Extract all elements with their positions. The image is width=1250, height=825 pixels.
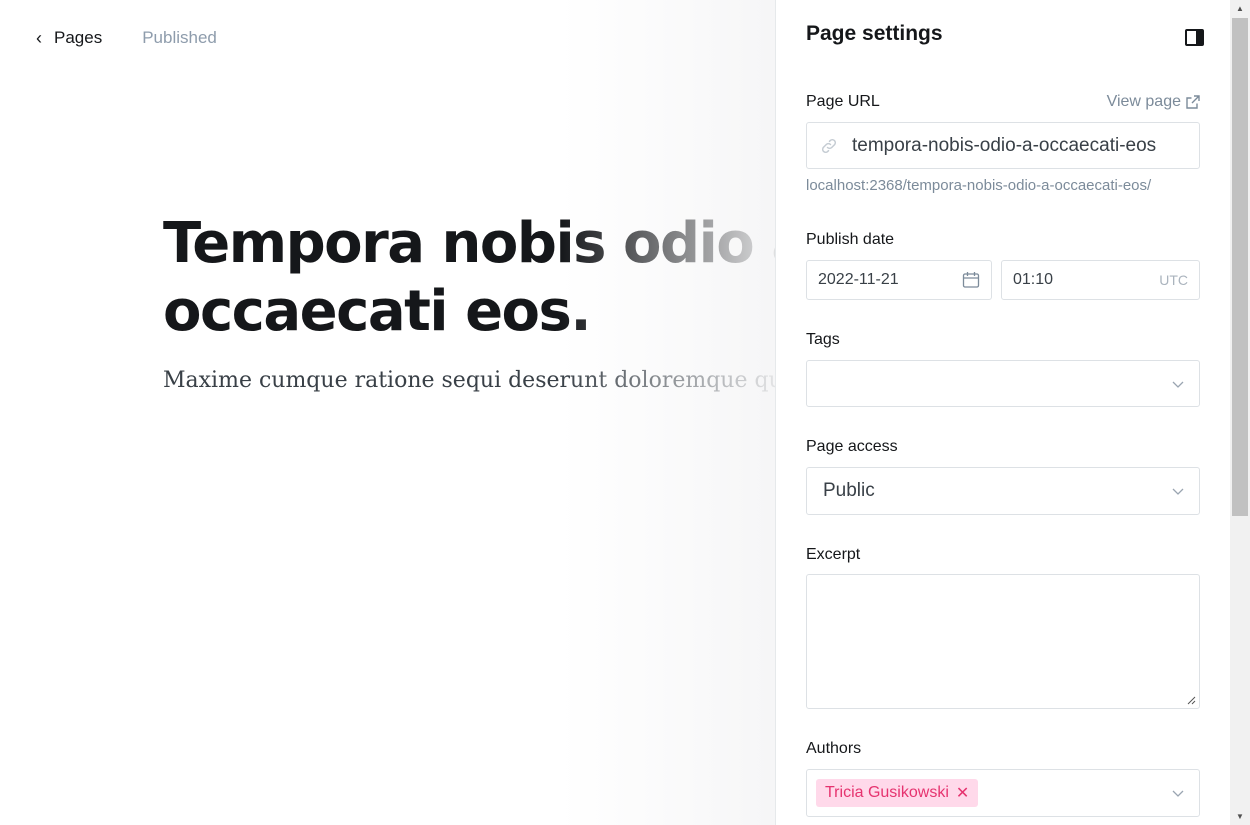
panel-header: Page settings xyxy=(806,22,1204,46)
page-excerpt-text[interactable]: Maxime cumque ratione sequi deserunt dol… xyxy=(163,368,775,393)
panel-title: Page settings xyxy=(806,22,943,45)
page-access-value: Public xyxy=(823,480,875,501)
timezone-label: UTC xyxy=(1159,272,1188,288)
editor-topbar: ‹ Pages Published xyxy=(36,28,217,48)
page-url-hint: localhost:2368/tempora-nobis-odio-a-occa… xyxy=(806,177,1152,194)
page-settings-panel: Page settings Page URL View page tempora… xyxy=(775,0,1230,825)
tags-select[interactable] xyxy=(806,360,1200,407)
scrollbar[interactable]: ▲ ▼ xyxy=(1230,0,1250,825)
chevron-down-icon xyxy=(1172,488,1184,495)
link-icon xyxy=(821,138,837,153)
author-name: Tricia Gusikowski xyxy=(825,784,949,801)
authors-label: Authors xyxy=(806,740,862,757)
excerpt-label: Excerpt xyxy=(806,546,861,563)
author-token: Tricia Gusikowski ✕ xyxy=(816,779,979,807)
publish-date-label: Publish date xyxy=(806,231,895,248)
excerpt-textarea[interactable] xyxy=(806,574,1200,709)
chevron-left-icon: ‹ xyxy=(36,28,42,48)
publish-time-value: 01:10 xyxy=(1013,271,1054,288)
chevron-down-icon xyxy=(1172,381,1184,388)
resize-handle-icon[interactable] xyxy=(1186,695,1196,705)
tags-label: Tags xyxy=(806,331,840,348)
external-link-icon xyxy=(1186,95,1200,109)
authors-select[interactable]: Tricia Gusikowski ✕ xyxy=(806,769,1200,817)
back-link-label: Pages xyxy=(54,28,103,47)
close-icon[interactable]: ✕ xyxy=(956,783,969,803)
sidebar-toggle-icon[interactable] xyxy=(1185,28,1204,46)
chevron-down-icon xyxy=(1172,790,1184,797)
back-to-pages-link[interactable]: ‹ Pages xyxy=(36,28,102,48)
view-page-label: View page xyxy=(1106,93,1181,110)
scroll-down-icon[interactable]: ▼ xyxy=(1230,808,1250,825)
editor-fade-overlay xyxy=(560,0,775,825)
page-url-field[interactable]: tempora-nobis-odio-a-occaecati-eos xyxy=(806,122,1200,169)
calendar-icon[interactable] xyxy=(962,271,980,289)
view-page-link[interactable]: View page xyxy=(1107,93,1200,111)
page-title[interactable]: Tempora nobis odio a occaecati eos. xyxy=(163,210,775,346)
publish-date-value: 2022-11-21 xyxy=(818,271,899,288)
page-access-select[interactable]: Public xyxy=(806,467,1200,515)
page-url-label: Page URL xyxy=(806,93,880,110)
publish-date-field[interactable]: 2022-11-21 xyxy=(806,260,992,300)
page-access-label: Page access xyxy=(806,438,898,455)
publish-status: Published xyxy=(142,28,217,47)
scroll-up-icon[interactable]: ▲ xyxy=(1230,0,1250,17)
page-url-value: tempora-nobis-odio-a-occaecati-eos xyxy=(852,134,1157,156)
scrollbar-thumb[interactable] xyxy=(1232,18,1248,516)
publish-time-field[interactable]: 01:10 UTC xyxy=(1001,260,1200,300)
editor-area: ‹ Pages Published Tempora nobis odio a o… xyxy=(0,0,775,825)
